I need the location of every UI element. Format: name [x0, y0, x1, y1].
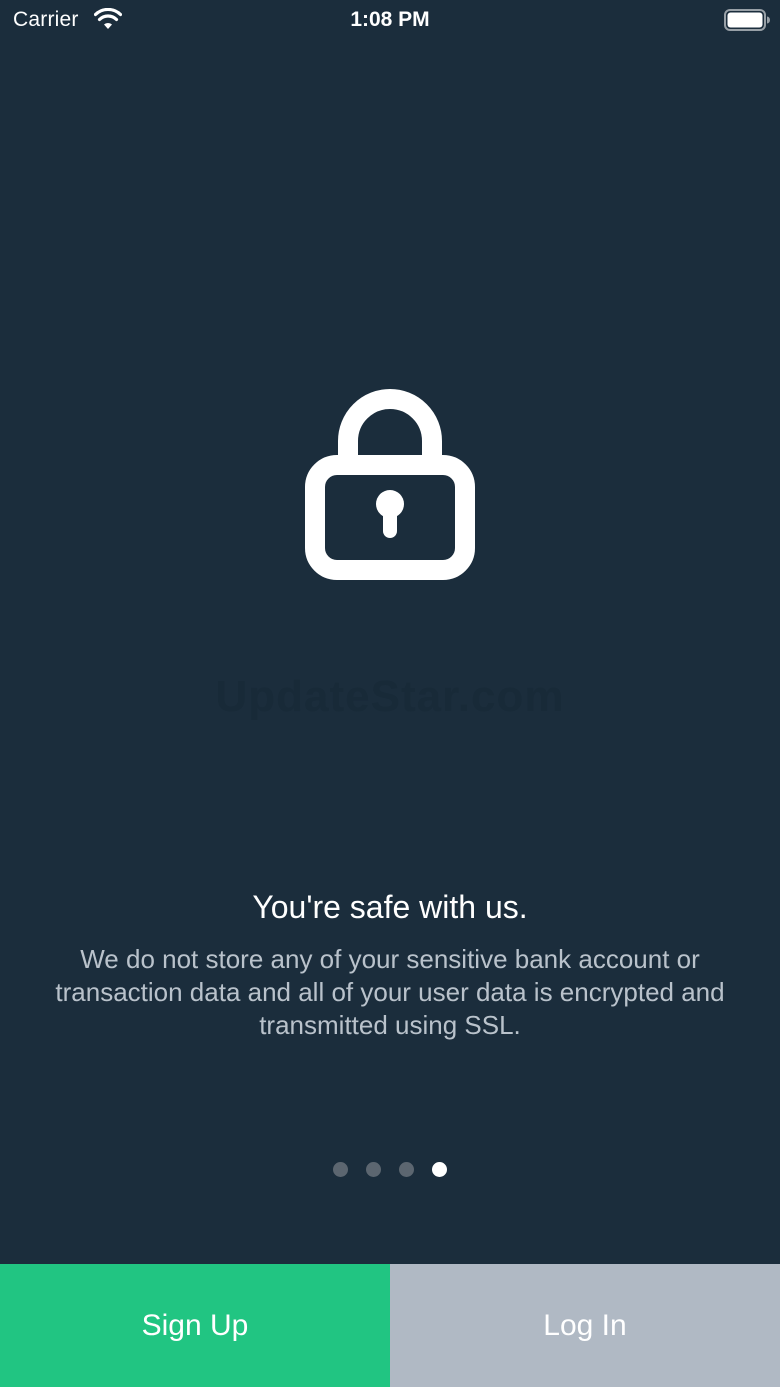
- lock-icon: [305, 389, 475, 580]
- page-dot-3[interactable]: [399, 1162, 414, 1177]
- status-time: 1:08 PM: [350, 8, 430, 31]
- onboarding-description: We do not store any of your sensitive ba…: [55, 944, 725, 1040]
- page-dot-2[interactable]: [366, 1162, 381, 1177]
- watermark: UpdateStar.com: [215, 672, 565, 721]
- status-bar: Carrier 1:08 PM: [0, 0, 780, 40]
- page-dot-4-active[interactable]: [432, 1162, 447, 1177]
- page-indicator[interactable]: [0, 1162, 780, 1178]
- log-in-button[interactable]: Log In: [390, 1264, 780, 1387]
- page-dot-1[interactable]: [333, 1162, 348, 1177]
- sign-up-button[interactable]: Sign Up: [0, 1264, 390, 1387]
- onboarding-headline: You're safe with us.: [252, 889, 528, 925]
- battery-icon: [724, 9, 770, 31]
